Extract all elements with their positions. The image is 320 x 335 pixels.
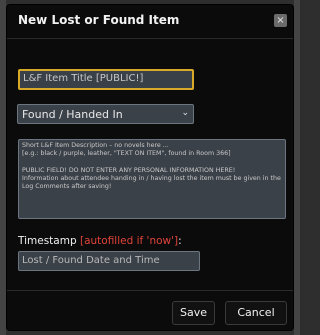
footer-divider [7, 290, 293, 291]
timestamp-input[interactable]: Lost / Found Date and Time [18, 251, 200, 271]
close-icon[interactable]: × [274, 14, 287, 27]
timestamp-label-text: Timestamp [18, 235, 77, 247]
save-button[interactable]: Save [172, 301, 215, 325]
item-description-textarea[interactable]: Short L&F Item Description – no novels h… [18, 139, 286, 219]
dialog-title: New Lost or Found Item [18, 13, 180, 27]
status-select[interactable]: Found / Handed In ⌄ [17, 104, 194, 124]
timestamp-hint: [autofilled if 'now'] [79, 235, 179, 247]
new-lost-found-dialog: New Lost or Found Item × L&F Item Title … [6, 4, 294, 331]
status-select-value: Found / Handed In [22, 108, 123, 121]
item-title-input[interactable]: L&F Item Title [PUBLIC!] [18, 69, 194, 90]
timestamp-label: Timestamp [autofilled if 'now']: [18, 235, 182, 247]
chevron-down-icon: ⌄ [181, 108, 189, 118]
backdrop-right [294, 0, 300, 335]
dialog-header: New Lost or Found Item × [7, 5, 293, 39]
cancel-button[interactable]: Cancel [225, 301, 287, 325]
timestamp-label-colon: : [178, 235, 182, 247]
